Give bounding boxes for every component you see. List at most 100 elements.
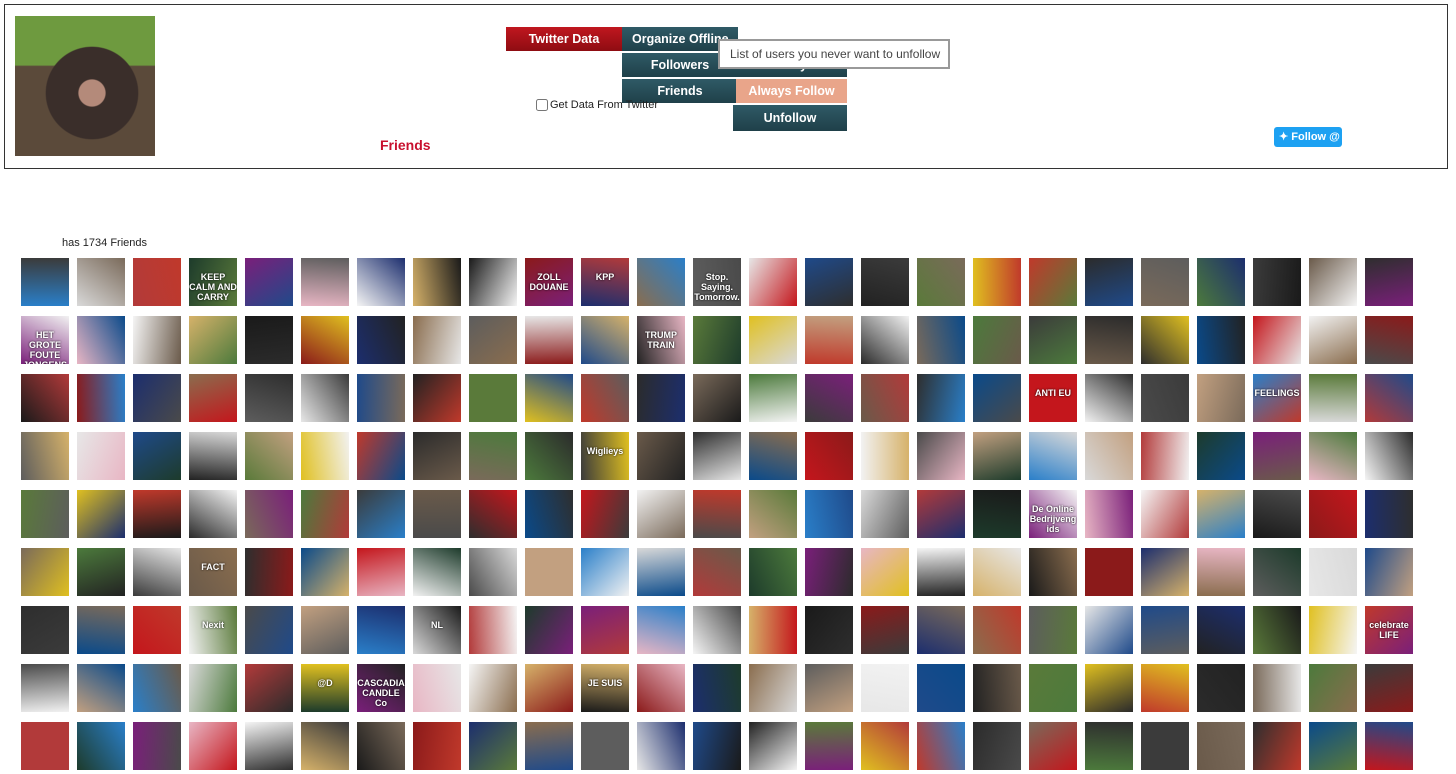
friend-avatar[interactable] xyxy=(581,548,629,596)
friend-avatar[interactable] xyxy=(21,548,69,596)
friend-avatar[interactable] xyxy=(413,664,461,712)
friend-avatar[interactable] xyxy=(77,606,125,654)
friend-avatar[interactable] xyxy=(1309,606,1357,654)
friend-avatar[interactable] xyxy=(973,664,1021,712)
friend-avatar[interactable] xyxy=(749,722,797,770)
friend-avatar[interactable] xyxy=(1029,606,1077,654)
friend-avatar[interactable] xyxy=(805,664,853,712)
friend-avatar[interactable] xyxy=(1085,664,1133,712)
friend-avatar[interactable]: Nexit xyxy=(189,606,237,654)
friend-avatar[interactable]: Stop. Saying. Tomorrow. xyxy=(693,258,741,306)
friend-avatar[interactable] xyxy=(637,258,685,306)
friend-avatar[interactable] xyxy=(1365,548,1413,596)
friend-avatar[interactable] xyxy=(77,258,125,306)
friend-avatar[interactable] xyxy=(861,374,909,422)
twitter-follow-button[interactable]: ✦ Follow @ xyxy=(1274,127,1342,147)
friend-avatar[interactable] xyxy=(917,548,965,596)
friend-avatar[interactable] xyxy=(1365,374,1413,422)
friend-avatar[interactable] xyxy=(1309,722,1357,770)
friend-avatar[interactable] xyxy=(1197,606,1245,654)
friend-avatar[interactable] xyxy=(861,490,909,538)
friend-avatar[interactable] xyxy=(245,722,293,770)
twitter-data-button[interactable]: Twitter Data xyxy=(506,27,622,51)
friend-avatar[interactable] xyxy=(413,548,461,596)
friend-avatar[interactable] xyxy=(693,374,741,422)
friend-avatar[interactable] xyxy=(581,722,629,770)
friend-avatar[interactable] xyxy=(1029,664,1077,712)
friend-avatar[interactable] xyxy=(1141,316,1189,364)
friend-avatar[interactable] xyxy=(21,432,69,480)
friend-avatar[interactable] xyxy=(805,490,853,538)
friend-avatar[interactable]: ANTI EU xyxy=(1029,374,1077,422)
friend-avatar[interactable] xyxy=(861,316,909,364)
friend-avatar[interactable] xyxy=(1253,258,1301,306)
friend-avatar[interactable]: JE SUIS xyxy=(581,664,629,712)
friend-avatar[interactable] xyxy=(1085,490,1133,538)
friend-avatar[interactable] xyxy=(77,374,125,422)
friend-avatar[interactable] xyxy=(1253,664,1301,712)
friend-avatar[interactable] xyxy=(413,432,461,480)
friend-avatar[interactable] xyxy=(1309,316,1357,364)
friend-avatar[interactable] xyxy=(1085,258,1133,306)
friend-avatar[interactable] xyxy=(357,432,405,480)
friend-avatar[interactable] xyxy=(1141,606,1189,654)
friend-avatar[interactable] xyxy=(1365,490,1413,538)
friend-avatar[interactable] xyxy=(973,490,1021,538)
friend-avatar[interactable] xyxy=(637,548,685,596)
friend-avatar[interactable] xyxy=(469,490,517,538)
friend-avatar[interactable] xyxy=(245,490,293,538)
friend-avatar[interactable] xyxy=(1365,316,1413,364)
friend-avatar[interactable] xyxy=(805,432,853,480)
friend-avatar[interactable]: @D xyxy=(301,664,349,712)
friend-avatar[interactable] xyxy=(861,258,909,306)
friend-avatar[interactable] xyxy=(1253,606,1301,654)
friend-avatar[interactable] xyxy=(77,722,125,770)
friend-avatar[interactable] xyxy=(637,664,685,712)
friend-avatar[interactable] xyxy=(245,258,293,306)
always-follow-button[interactable]: Always Follow xyxy=(736,79,847,103)
friend-avatar[interactable]: NL xyxy=(413,606,461,654)
friend-avatar[interactable] xyxy=(805,606,853,654)
friend-avatar[interactable] xyxy=(357,490,405,538)
friend-avatar[interactable] xyxy=(805,548,853,596)
friend-avatar[interactable] xyxy=(189,722,237,770)
get-data-checkbox-row[interactable]: Get Data From Twitter xyxy=(536,99,658,111)
get-data-checkbox[interactable] xyxy=(536,99,548,111)
friend-avatar[interactable] xyxy=(133,432,181,480)
friend-avatar[interactable] xyxy=(1029,316,1077,364)
friend-avatar[interactable] xyxy=(861,548,909,596)
friend-avatar[interactable] xyxy=(1253,722,1301,770)
friend-avatar[interactable] xyxy=(1365,432,1413,480)
friend-avatar[interactable] xyxy=(637,490,685,538)
friend-avatar[interactable] xyxy=(1365,664,1413,712)
friend-avatar[interactable]: De Online Bedrijvengids xyxy=(1029,490,1077,538)
friend-avatar[interactable] xyxy=(525,722,573,770)
friend-avatar[interactable] xyxy=(693,432,741,480)
friend-avatar[interactable]: ZOLL DOUANE xyxy=(525,258,573,306)
friend-avatar[interactable] xyxy=(469,432,517,480)
friend-avatar[interactable] xyxy=(189,432,237,480)
friend-avatar[interactable] xyxy=(973,432,1021,480)
friend-avatar[interactable] xyxy=(1253,316,1301,364)
friend-avatar[interactable] xyxy=(861,432,909,480)
friend-avatar[interactable] xyxy=(917,258,965,306)
friend-avatar[interactable] xyxy=(1309,258,1357,306)
friend-avatar[interactable] xyxy=(973,548,1021,596)
friend-avatar[interactable] xyxy=(1365,722,1413,770)
friend-avatar[interactable] xyxy=(1309,664,1357,712)
friend-avatar[interactable] xyxy=(1197,664,1245,712)
friend-avatar[interactable] xyxy=(749,432,797,480)
friend-avatar[interactable] xyxy=(301,548,349,596)
friend-avatar[interactable] xyxy=(693,316,741,364)
friend-avatar[interactable] xyxy=(1085,374,1133,422)
friend-avatar[interactable] xyxy=(1085,606,1133,654)
friend-avatar[interactable] xyxy=(1253,548,1301,596)
friend-avatar[interactable] xyxy=(917,432,965,480)
friend-avatar[interactable] xyxy=(357,722,405,770)
friend-avatar[interactable] xyxy=(805,258,853,306)
friend-avatar[interactable] xyxy=(413,374,461,422)
friend-avatar[interactable] xyxy=(1197,722,1245,770)
friend-avatar[interactable] xyxy=(413,316,461,364)
friend-avatar[interactable]: FACT xyxy=(189,548,237,596)
friend-avatar[interactable] xyxy=(21,606,69,654)
